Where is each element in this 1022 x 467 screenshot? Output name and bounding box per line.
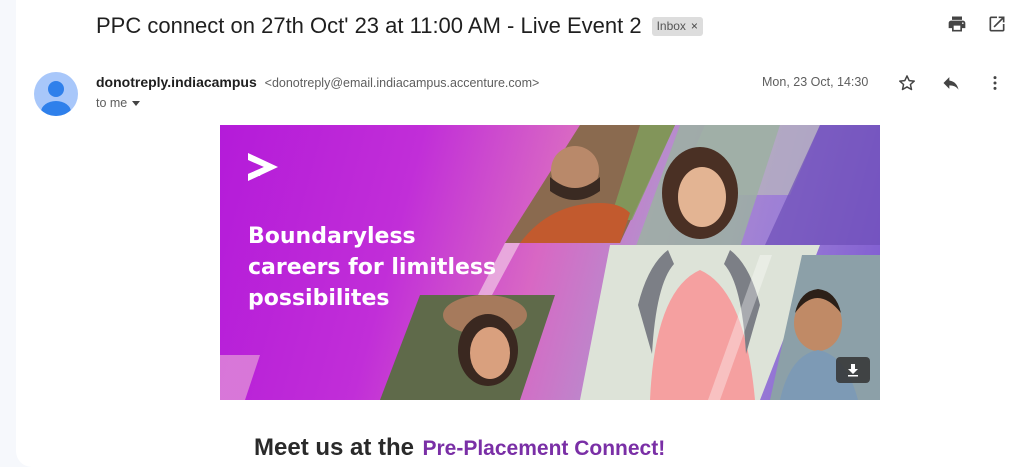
headline-highlight: Pre-Placement Connect! — [422, 437, 666, 460]
more-vert-icon[interactable] — [984, 72, 1006, 94]
inbox-label-chip[interactable]: Inbox × — [651, 16, 703, 36]
email-date: Mon, 23 Oct, 14:30 — [762, 75, 869, 89]
body-headline: Meet us at the Pre-Placement Connect! — [254, 434, 665, 462]
reply-icon[interactable] — [940, 72, 962, 94]
chevron-down-icon — [132, 100, 141, 106]
open-in-new-icon[interactable] — [986, 13, 1008, 35]
promo-banner-image: Boundaryless careers for limitless possi… — [220, 125, 880, 400]
banner-line-1: Boundaryless — [248, 224, 416, 249]
headline-prefix: Meet us at the — [254, 434, 415, 461]
star-icon[interactable] — [896, 72, 918, 94]
message-actions — [896, 72, 1006, 94]
subject-row: PPC connect on 27th Oct' 23 at 11:00 AM … — [96, 10, 703, 42]
recipient-text: to me — [96, 96, 128, 110]
download-icon[interactable] — [836, 357, 870, 383]
email-subject: PPC connect on 27th Oct' 23 at 11:00 AM … — [96, 13, 642, 38]
recipient-details-toggle[interactable]: to me — [96, 96, 141, 110]
sender-email: <donotreply@email.indiacampus.accenture.… — [264, 76, 540, 90]
banner-tagline: Boundaryless careers for limitless possi… — [248, 221, 548, 314]
email-view: PPC connect on 27th Oct' 23 at 11:00 AM … — [16, 0, 1022, 467]
sender-name[interactable]: donotreply.indiacampus — [96, 74, 257, 90]
banner-line-3: possibilites — [248, 286, 390, 311]
accenture-logo — [248, 153, 278, 181]
banner-line-2: careers for limitless — [248, 255, 497, 280]
remove-label-button[interactable]: × — [691, 19, 698, 33]
thread-actions — [946, 13, 1008, 35]
print-icon[interactable] — [946, 13, 968, 35]
sender-line: donotreply.indiacampus <donotreply@email… — [96, 74, 539, 90]
sender-avatar[interactable] — [34, 72, 78, 116]
label-text: Inbox — [656, 19, 686, 33]
